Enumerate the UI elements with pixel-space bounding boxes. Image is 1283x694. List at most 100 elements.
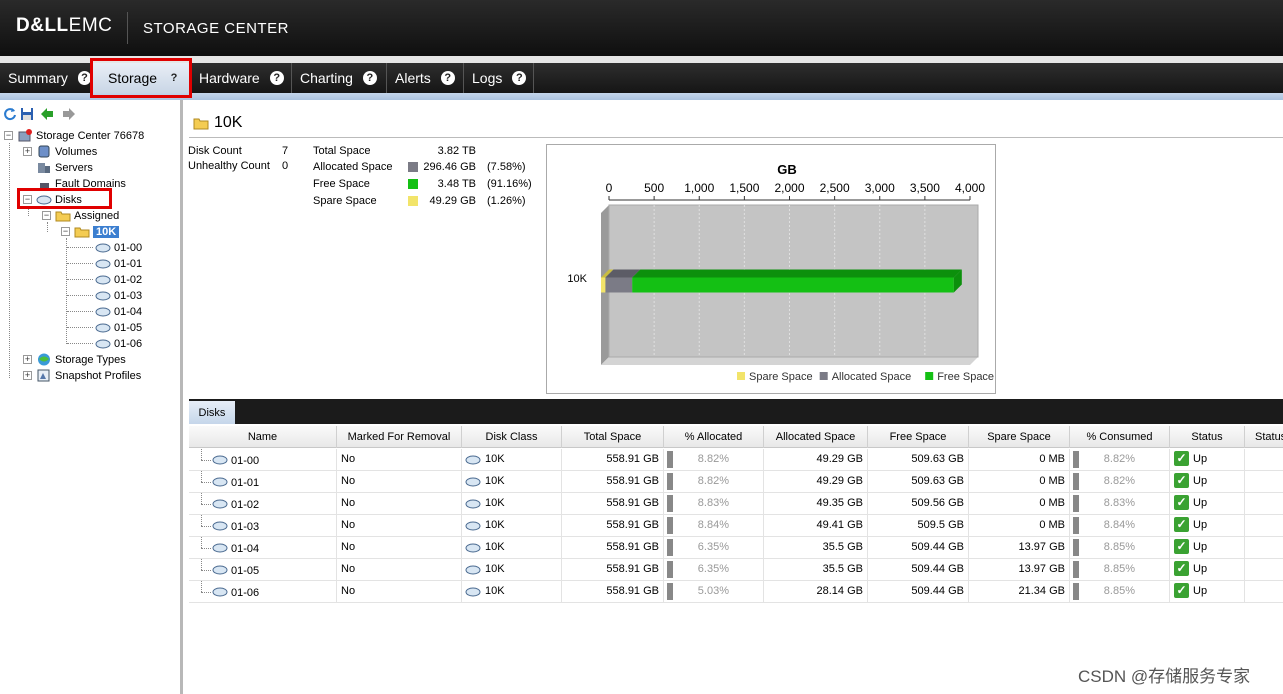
cell-status: ✓ Up [1170,537,1245,559]
cell-total: 558.91 GB [562,493,664,515]
table-row[interactable]: 01-02 No 10K 558.91 GB 8.83% 49.35 GB 509.56 G… [189,493,1283,515]
cell-free: 509.63 GB [868,449,969,471]
cell-status-extra [1245,581,1283,603]
percent-bar [667,583,673,600]
column-header[interactable]: Name [189,426,337,448]
total-space-value: 3.82 TB [437,145,476,157]
cell-status: ✓ Up [1170,449,1245,471]
tree-line [67,279,93,280]
column-header[interactable]: Status [1170,426,1245,448]
table-row[interactable]: 01-00 No 10K 558.91 GB 8.82% 49.29 GB 509.63 G… [189,449,1283,471]
percent-bar [1073,561,1079,578]
cell-alloc: 35.5 GB [764,537,868,559]
tree-item-volumes[interactable]: + Volumes [23,144,97,159]
column-header[interactable]: % Consumed [1070,426,1170,448]
cell-status-extra [1245,515,1283,537]
tree-root[interactable]: − Storage Center 76678 [4,128,144,143]
x-tick-label: 2,500 [820,181,850,195]
help-icon[interactable]: ? [512,71,527,85]
cell-spare: 13.97 GB [969,559,1070,581]
cell-pct_cons: 8.82% [1070,471,1170,493]
bar-segment-0 [601,277,606,293]
space-chart: GB 0 500 1,000 1,500 2,000 2,500 3,000 3,500 4,00… [546,144,996,394]
tree-item-disk[interactable]: 01-04 [95,304,142,319]
tree-item-snapshot-profiles[interactable]: + Snapshot Profiles [23,368,141,383]
tree-item-servers[interactable]: Servers [36,160,93,175]
tree-item-assigned[interactable]: − Assigned [42,208,119,223]
status-ok-icon: ✓ [1174,494,1189,510]
column-header[interactable]: Marked For Removal [337,426,462,448]
column-header[interactable]: Disk Class [462,426,562,448]
column-header[interactable]: % Allocated [664,426,764,448]
plot-floor [601,357,978,365]
disk-icon [212,477,228,487]
tree-item-disk[interactable]: 01-01 [95,256,142,271]
tab-summary[interactable]: Summary? [0,63,92,93]
cell-pct_alloc: 5.03% [664,581,764,603]
tree-item-disk[interactable]: 01-03 [95,288,142,303]
cell-marked-for-removal: No [337,559,462,581]
nav-underline [0,93,1283,100]
allocated-space-label: Allocated Space [313,161,393,173]
unhealthy-count-label: Unhealthy Count [188,160,270,172]
help-icon[interactable]: ? [269,71,284,85]
percent-bar [1073,495,1079,512]
tab-disks[interactable]: Disks [189,401,235,424]
percent-bar [667,561,673,578]
save-icon[interactable] [20,107,34,121]
x-tick-label: 0 [606,181,613,195]
column-header[interactable]: Free Space [868,426,969,448]
cell-total: 558.91 GB [562,537,664,559]
main-nav: Summary? Storage? Hardware? Charting? Al… [0,63,1283,93]
table-row[interactable]: 01-05 No 10K 558.91 GB 6.35% 35.5 GB 509.44 GB… [189,559,1283,581]
table-row[interactable]: 01-03 No 10K 558.91 GB 8.84% 49.41 GB 509.5 GB… [189,515,1283,537]
table-row[interactable]: 01-06 No 10K 558.91 GB 5.03% 28.14 GB 509.44 G… [189,581,1283,603]
percent-bar [667,495,673,512]
cell-free: 509.56 GB [868,493,969,515]
cell-spare: 13.97 GB [969,537,1070,559]
x-tick-label: 3,500 [910,181,940,195]
tree-item-disk[interactable]: 01-00 [95,240,142,255]
tree-item-disk[interactable]: 01-06 [95,336,142,351]
tab-hardware[interactable]: Hardware? [191,63,292,93]
cell-name: 01-04 [189,537,337,559]
percent-bar [667,473,673,490]
tree-item-disk[interactable]: 01-02 [95,272,142,287]
column-header[interactable]: Status [1245,426,1283,448]
tab-logs[interactable]: Logs? [464,63,534,93]
cell-disk-class: 10K [462,493,562,515]
main-content: 10K Disk Count 7 Unhealthy Count 0 Total… [183,100,1283,694]
disk-class-icon [465,455,481,465]
snapshot-profiles-icon [37,369,50,382]
cell-status: ✓ Up [1170,581,1245,603]
table-row[interactable]: 01-01 No 10K 558.91 GB 8.82% 49.29 GB 509.63 G… [189,471,1283,493]
help-icon[interactable]: ? [362,71,377,85]
back-arrow-icon[interactable] [40,107,54,121]
cell-status-extra [1245,559,1283,581]
column-header[interactable]: Spare Space [969,426,1070,448]
legend-label: Spare Space [749,371,813,383]
refresh-icon[interactable] [3,107,17,121]
cell-marked-for-removal: No [337,493,462,515]
cell-alloc: 49.29 GB [764,449,868,471]
tree-item-10k[interactable]: − 10K [61,224,120,239]
disk-icon [95,243,111,253]
cell-total: 558.91 GB [562,581,664,603]
allocated-space-value: 296.46 GB [423,161,476,173]
tab-alerts[interactable]: Alerts? [387,63,464,93]
cell-status-extra [1245,471,1283,493]
help-icon[interactable]: ? [440,71,455,85]
space-chart-svg: GB 0 500 1,000 1,500 2,000 2,500 3,000 3,500 4,00… [567,162,994,383]
table-row[interactable]: 01-04 No 10K 558.91 GB 6.35% 35.5 GB 509.44 GB… [189,537,1283,559]
column-header[interactable]: Allocated Space [764,426,868,448]
tab-charting[interactable]: Charting? [292,63,387,93]
forward-arrow-icon[interactable] [62,107,76,121]
percent-bar [1073,473,1079,490]
tree-item-disk[interactable]: 01-05 [95,320,142,335]
cell-spare: 0 MB [969,515,1070,537]
cell-pct_alloc: 8.82% [664,471,764,493]
column-header[interactable]: Total Space [562,426,664,448]
status-ok-icon: ✓ [1174,560,1189,576]
cell-status: ✓ Up [1170,471,1245,493]
tree-item-storage-types[interactable]: + Storage Types [23,352,126,367]
